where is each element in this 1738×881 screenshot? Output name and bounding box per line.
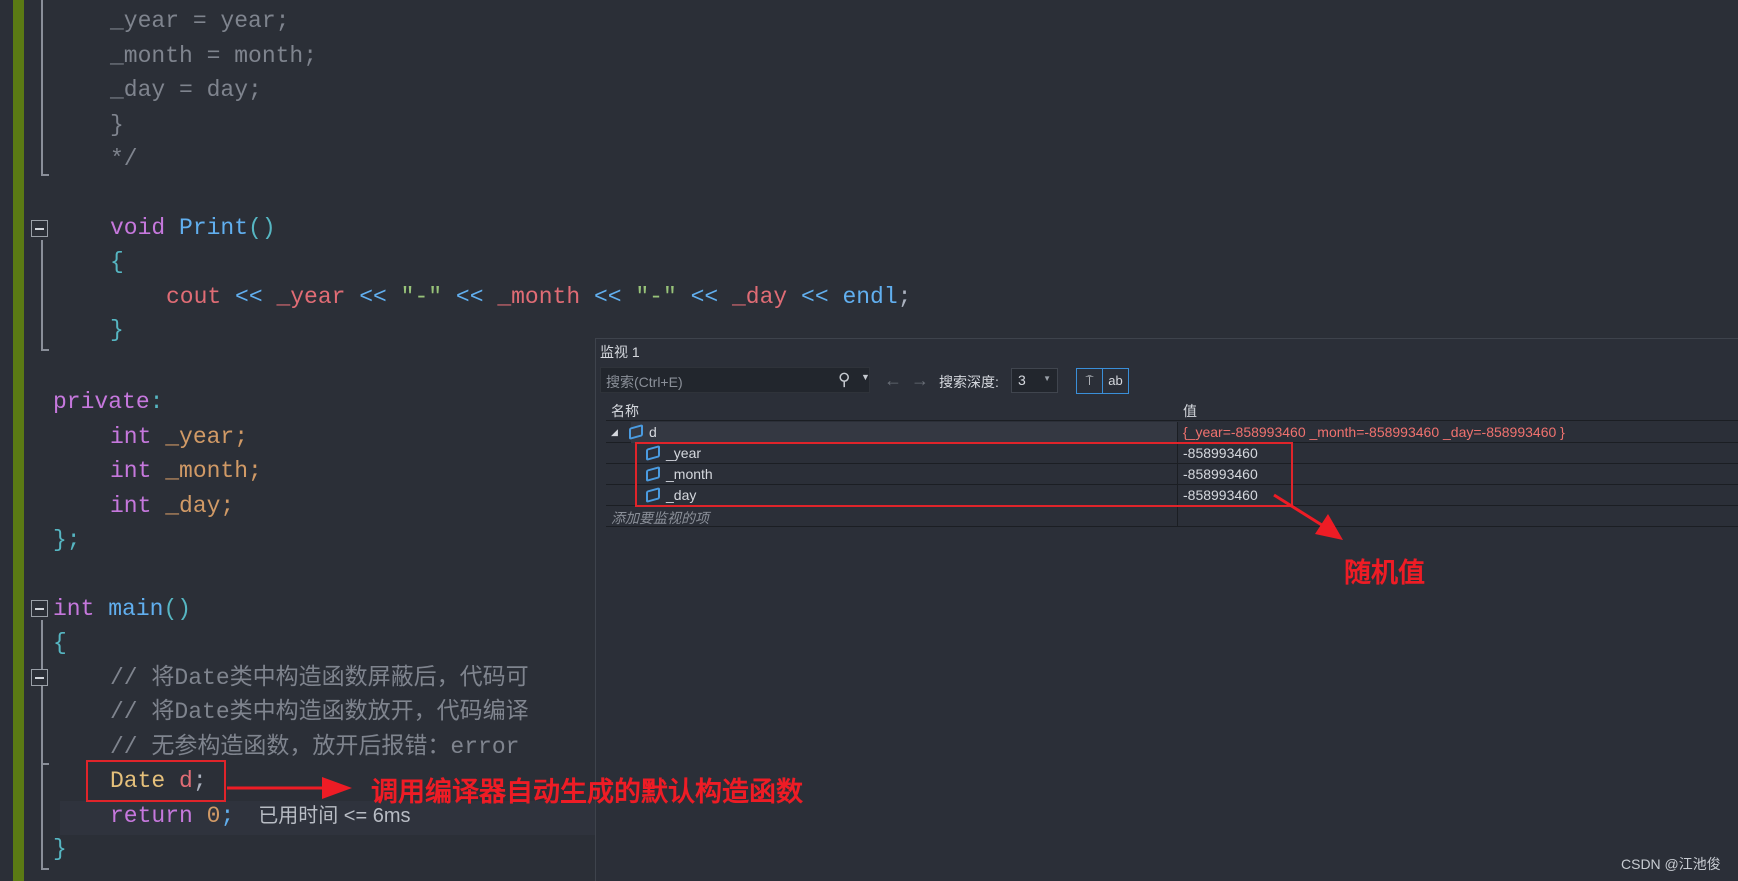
watermark: CSDN @江池俊	[1621, 856, 1721, 872]
arrow-to-random-value-note	[1273, 493, 1343, 540]
default-ctor-annotation: 调用编译器自动生成的默认构造函数	[371, 777, 803, 808]
annotation-arrows	[227, 493, 1343, 799]
arrow-to-default-ctor-note	[227, 777, 352, 799]
random-value-annotation: 随机值	[1344, 558, 1425, 589]
